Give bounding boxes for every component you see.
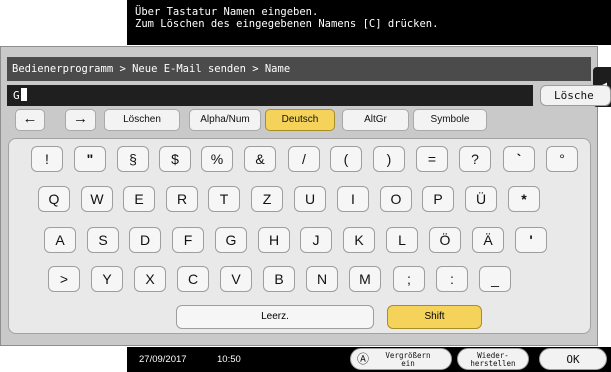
status-date: 27/09/2017: [139, 354, 187, 365]
altgr-button[interactable]: AltGr: [342, 109, 409, 131]
key-degree[interactable]: °: [546, 146, 578, 172]
key-w[interactable]: W: [81, 186, 113, 212]
cursor-right-button[interactable]: →: [65, 109, 96, 131]
key-f[interactable]: F: [172, 227, 204, 253]
key-underscore[interactable]: _: [479, 266, 511, 292]
key-a[interactable]: A: [44, 227, 76, 253]
key-backtick[interactable]: `: [503, 146, 535, 172]
zoom-button[interactable]: Ⓐ Vergrößern ein: [350, 348, 452, 370]
arrow-right-icon: →: [73, 110, 88, 127]
key-o[interactable]: O: [380, 186, 412, 212]
name-input-field[interactable]: G: [7, 85, 533, 106]
key-u-umlaut[interactable]: Ü: [465, 186, 497, 212]
key-slash[interactable]: /: [288, 146, 320, 172]
key-s[interactable]: S: [87, 227, 119, 253]
text-cursor: [20, 88, 27, 101]
key-ampersand[interactable]: &: [244, 146, 276, 172]
delete-char-button[interactable]: Löschen: [104, 109, 180, 131]
instruction-line-1: Über Tastatur Namen eingeben.: [135, 6, 319, 18]
key-colon[interactable]: :: [436, 266, 468, 292]
key-h[interactable]: H: [258, 227, 290, 253]
key-v[interactable]: V: [220, 266, 252, 292]
key-q[interactable]: Q: [38, 186, 70, 212]
cursor-left-button[interactable]: ←: [15, 109, 45, 131]
key-semicolon[interactable]: ;: [393, 266, 425, 292]
key-exclamation[interactable]: !: [31, 146, 63, 172]
key-p[interactable]: P: [422, 186, 454, 212]
key-c[interactable]: C: [177, 266, 209, 292]
arrow-left-icon: ←: [22, 110, 38, 127]
key-section[interactable]: §: [117, 146, 149, 172]
key-o-umlaut[interactable]: Ö: [429, 227, 461, 253]
instruction-line-2: Zum Löschen des eingegebenen Namens [C] …: [135, 18, 439, 30]
key-equals[interactable]: =: [416, 146, 448, 172]
key-x[interactable]: X: [134, 266, 166, 292]
key-greater-than[interactable]: >: [48, 266, 80, 292]
input-value: G: [13, 89, 20, 102]
status-time: 10:50: [217, 354, 241, 365]
key-open-paren[interactable]: (: [330, 146, 362, 172]
key-double-quote[interactable]: ": [74, 146, 106, 172]
key-d[interactable]: D: [129, 227, 161, 253]
symbols-button[interactable]: Symbole: [413, 109, 487, 131]
key-r[interactable]: R: [166, 186, 198, 212]
key-g[interactable]: G: [215, 227, 247, 253]
space-key[interactable]: Leerz.: [176, 305, 374, 329]
clear-input-button[interactable]: Lösche: [540, 85, 611, 106]
shift-key[interactable]: Shift: [387, 305, 482, 329]
key-dollar[interactable]: $: [159, 146, 191, 172]
breadcrumb: Bedienerprogramm > Neue E-Mail senden > …: [7, 57, 591, 81]
key-j[interactable]: J: [300, 227, 332, 253]
ok-button[interactable]: OK: [539, 348, 607, 370]
key-apostrophe[interactable]: ': [515, 227, 547, 253]
key-k[interactable]: K: [343, 227, 375, 253]
key-l[interactable]: L: [386, 227, 418, 253]
key-b[interactable]: B: [263, 266, 295, 292]
key-percent[interactable]: %: [201, 146, 233, 172]
key-a-umlaut[interactable]: Ä: [472, 227, 504, 253]
key-n[interactable]: N: [306, 266, 338, 292]
restore-button[interactable]: Wieder- herstellen: [457, 348, 529, 370]
key-e[interactable]: E: [123, 186, 155, 212]
key-t[interactable]: T: [208, 186, 240, 212]
key-y[interactable]: Y: [91, 266, 123, 292]
key-i[interactable]: I: [337, 186, 369, 212]
key-close-paren[interactable]: ): [373, 146, 405, 172]
key-m[interactable]: M: [349, 266, 381, 292]
key-u[interactable]: U: [294, 186, 326, 212]
key-question[interactable]: ?: [459, 146, 491, 172]
instruction-message: Über Tastatur Namen eingeben. Zum Lösche…: [127, 0, 611, 45]
restore-line-2: herstellen: [470, 359, 516, 368]
zoom-icon: Ⓐ: [357, 352, 370, 366]
key-asterisk[interactable]: *: [508, 186, 540, 212]
deutsch-layout-button[interactable]: Deutsch: [265, 109, 335, 131]
key-z[interactable]: Z: [251, 186, 283, 212]
alphanum-mode-button[interactable]: Alpha/Num: [189, 109, 261, 131]
